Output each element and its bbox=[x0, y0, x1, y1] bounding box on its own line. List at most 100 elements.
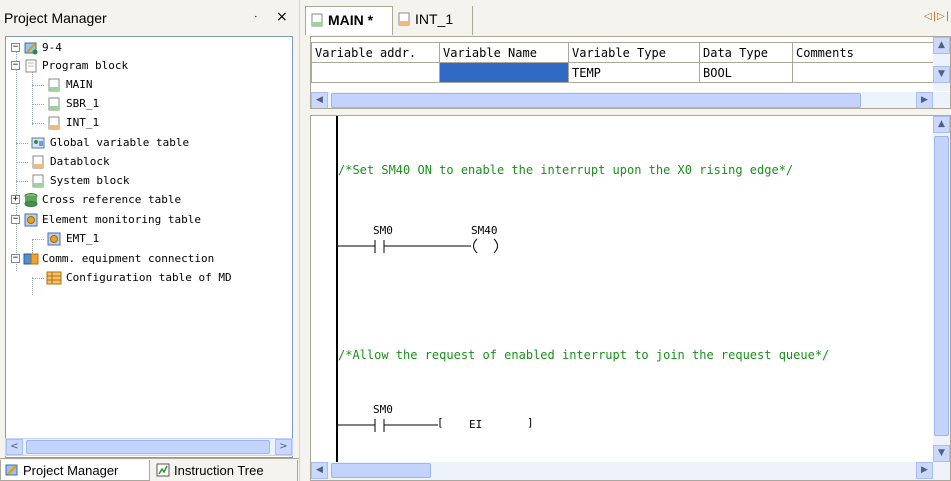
tree-item-global-variable-table[interactable]: Global variable table bbox=[6, 134, 292, 153]
column-header[interactable]: Comments bbox=[792, 42, 936, 63]
panel-title: Project Manager bbox=[4, 10, 107, 26]
tab-main[interactable]: MAIN * bbox=[305, 6, 393, 35]
scroll-right-icon[interactable]: ▶ bbox=[916, 92, 933, 108]
tree-item-label: Comm. equipment connection bbox=[42, 252, 215, 265]
variable-table-icon bbox=[31, 137, 45, 149]
tree-line bbox=[32, 278, 44, 279]
project-tree: − 9-4 − Program block MAIN SBR_1 INT_1 G… bbox=[5, 36, 293, 458]
scroll-up-icon[interactable]: ▲ bbox=[933, 37, 950, 54]
scroll-down-icon[interactable]: ▼ bbox=[933, 66, 950, 83]
expand-icon[interactable]: + bbox=[11, 195, 20, 204]
scroll-left-icon[interactable]: ◀ bbox=[311, 462, 328, 479]
collapse-icon[interactable]: − bbox=[11, 43, 20, 52]
table-header-row: Variable addr. Variable Name Variable Ty… bbox=[311, 42, 936, 63]
collapse-icon[interactable]: − bbox=[11, 254, 20, 263]
scroll-left-icon[interactable]: ◀ bbox=[311, 92, 328, 108]
instruction-tree-icon bbox=[156, 463, 170, 477]
tab-label: MAIN * bbox=[328, 12, 374, 28]
contact-label[interactable]: SM0 bbox=[373, 403, 393, 416]
tree-item-emt1[interactable]: EMT_1 bbox=[6, 230, 292, 249]
tree-item-program-block[interactable]: − Program block bbox=[6, 57, 292, 76]
table-cell[interactable]: BOOL bbox=[699, 62, 793, 83]
table-cell[interactable]: TEMP bbox=[568, 62, 700, 83]
tab-label: Project Manager bbox=[23, 463, 119, 478]
tree-item-datablock[interactable]: Datablock bbox=[6, 153, 292, 172]
comm-icon bbox=[23, 253, 39, 265]
column-header[interactable]: Variable Name bbox=[439, 42, 569, 63]
project-manager-panel: Project Manager ॱ × − 9-4 − Program bloc… bbox=[0, 0, 299, 481]
tree-item-label: Program block bbox=[42, 59, 129, 72]
ladder-vertical-scrollbar[interactable]: ▲ ▼ bbox=[933, 116, 950, 462]
document-tab-strip: MAIN * INT_1 ◁|▷| bbox=[303, 0, 951, 36]
scroll-left-icon[interactable]: < bbox=[6, 439, 23, 455]
monitor-icon bbox=[47, 232, 61, 246]
network-comment[interactable]: /*Allow the request of enabled interrupt… bbox=[338, 348, 829, 362]
ladder-editor[interactable]: /*Set SM40 ON to enable the interrupt up… bbox=[310, 115, 951, 481]
tree-line bbox=[32, 123, 44, 124]
page-icon bbox=[32, 174, 44, 188]
tree-item-label: Datablock bbox=[50, 155, 110, 168]
tab-instruction-tree[interactable]: Instruction Tree bbox=[152, 460, 298, 481]
variable-table-vertical-scrollbar[interactable]: ▲ ▼ bbox=[933, 37, 950, 91]
variable-table: Variable addr. Variable Name Variable Ty… bbox=[311, 42, 936, 83]
tree-item-project[interactable]: − 9-4 bbox=[6, 39, 292, 58]
table-cell-selected[interactable] bbox=[439, 62, 569, 83]
coil-right bbox=[493, 238, 498, 254]
scroll-thumb[interactable] bbox=[26, 440, 270, 454]
tree-item-label: MAIN bbox=[66, 78, 93, 91]
tree-item-element-monitoring-table[interactable]: − Element monitoring table bbox=[6, 211, 292, 230]
scroll-up-icon[interactable]: ▲ bbox=[933, 116, 950, 133]
tree-line bbox=[32, 239, 44, 240]
cross-reference-icon bbox=[24, 193, 38, 207]
close-icon[interactable]: × bbox=[276, 9, 288, 25]
tab-label: Instruction Tree bbox=[174, 463, 264, 478]
ladder-diagram bbox=[338, 238, 498, 432]
rung-2 bbox=[338, 419, 438, 432]
coil-left bbox=[473, 238, 478, 254]
scroll-right-icon[interactable]: > bbox=[275, 439, 292, 455]
tree-line bbox=[32, 104, 44, 105]
tree-item-comm-equipment-connection[interactable]: − Comm. equipment connection bbox=[6, 250, 292, 269]
tree-horizontal-scrollbar[interactable]: < > bbox=[5, 438, 293, 456]
rung-1 bbox=[338, 238, 498, 254]
tree-item-label: EMT_1 bbox=[66, 232, 100, 245]
collapse-icon[interactable]: − bbox=[11, 215, 20, 224]
tree-item-label: SBR_1 bbox=[66, 97, 100, 110]
table-cell[interactable] bbox=[792, 62, 936, 83]
tree-item-main[interactable]: MAIN bbox=[6, 76, 292, 95]
tab-navigation-arrows[interactable]: ◁|▷| bbox=[924, 11, 950, 22]
tree-item-configuration-table[interactable]: Configuration table of MD bbox=[6, 269, 292, 288]
ladder-horizontal-scrollbar[interactable]: ◀ ▶ bbox=[311, 462, 950, 480]
editor-panel: MAIN * INT_1 ◁|▷| Variable addr. Variabl… bbox=[303, 0, 951, 481]
tree-item-cross-reference-table[interactable]: + Cross reference table bbox=[6, 191, 292, 210]
tree-line bbox=[16, 162, 28, 163]
project-manager-icon bbox=[5, 464, 18, 476]
table-icon bbox=[46, 271, 62, 285]
tab-project-manager[interactable]: Project Manager bbox=[0, 460, 150, 481]
program-page-icon bbox=[398, 12, 410, 26]
instruction-label[interactable]: EI bbox=[469, 418, 482, 431]
scroll-thumb[interactable] bbox=[331, 463, 431, 478]
column-header[interactable]: Variable Type bbox=[568, 42, 700, 63]
scroll-down-icon[interactable]: ▼ bbox=[933, 445, 950, 462]
scroll-thumb[interactable] bbox=[331, 93, 861, 108]
program-page-icon bbox=[48, 97, 60, 111]
variable-table-horizontal-scrollbar[interactable]: ◀ ▶ bbox=[311, 92, 950, 108]
table-cell[interactable] bbox=[311, 62, 440, 83]
tree-item-int1[interactable]: INT_1 bbox=[6, 114, 292, 133]
column-header[interactable]: Variable addr. bbox=[311, 42, 440, 63]
tab-int1[interactable]: INT_1 bbox=[393, 6, 473, 35]
tree-item-label: Cross reference table bbox=[42, 193, 182, 206]
scroll-thumb[interactable] bbox=[934, 136, 949, 436]
scroll-right-icon[interactable]: ▶ bbox=[916, 462, 933, 479]
column-header[interactable]: Data Type bbox=[699, 42, 793, 63]
tree-item-label: INT_1 bbox=[66, 116, 100, 129]
collapse-icon[interactable]: − bbox=[11, 61, 20, 70]
tree-item-label: System block bbox=[50, 174, 130, 187]
pin-icon[interactable]: ॱ bbox=[254, 12, 258, 27]
tree-item-label: Element monitoring table bbox=[42, 213, 201, 226]
instruction-bracket-open: [ bbox=[437, 416, 444, 429]
table-row: TEMP BOOL bbox=[311, 62, 936, 83]
tree-item-system-block[interactable]: System block bbox=[6, 172, 292, 191]
tree-item-sbr1[interactable]: SBR_1 bbox=[6, 95, 292, 114]
